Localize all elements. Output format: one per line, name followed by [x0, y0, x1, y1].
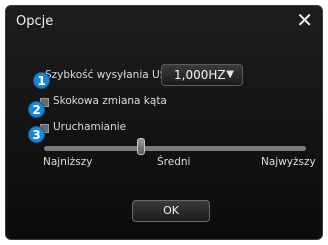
- ok-button[interactable]: OK: [132, 200, 210, 222]
- usb-rate-select[interactable]: 1,000HZ ▼: [161, 64, 243, 86]
- slider-mid-label: Średni: [157, 156, 191, 168]
- slider-thumb[interactable]: [137, 138, 145, 155]
- options-dialog: Opcje ✕ Szybkość wysyłania USB 1,000HZ ▼…: [0, 0, 328, 245]
- callout-badge-2: 2: [28, 101, 45, 118]
- chevron-down-icon: ▼: [226, 69, 234, 80]
- usb-rate-value: 1,000HZ: [174, 68, 226, 82]
- close-icon[interactable]: ✕: [296, 10, 313, 30]
- dialog-frame: Opcje ✕ Szybkość wysyłania USB 1,000HZ ▼…: [5, 5, 323, 240]
- callout-badge-3: 3: [28, 126, 45, 143]
- slider-track[interactable]: [44, 146, 306, 151]
- callout-badge-1: 1: [33, 72, 50, 89]
- slider-max-label: Najwyższy: [261, 156, 316, 168]
- launch-label: Uruchamianie: [53, 121, 127, 133]
- slider-min-label: Najniższy: [43, 156, 93, 168]
- angle-snapping-label: Skokowa zmiana kąta: [53, 95, 167, 107]
- dialog-title: Opcje: [16, 14, 54, 29]
- usb-rate-label: Szybkość wysyłania USB: [45, 69, 174, 81]
